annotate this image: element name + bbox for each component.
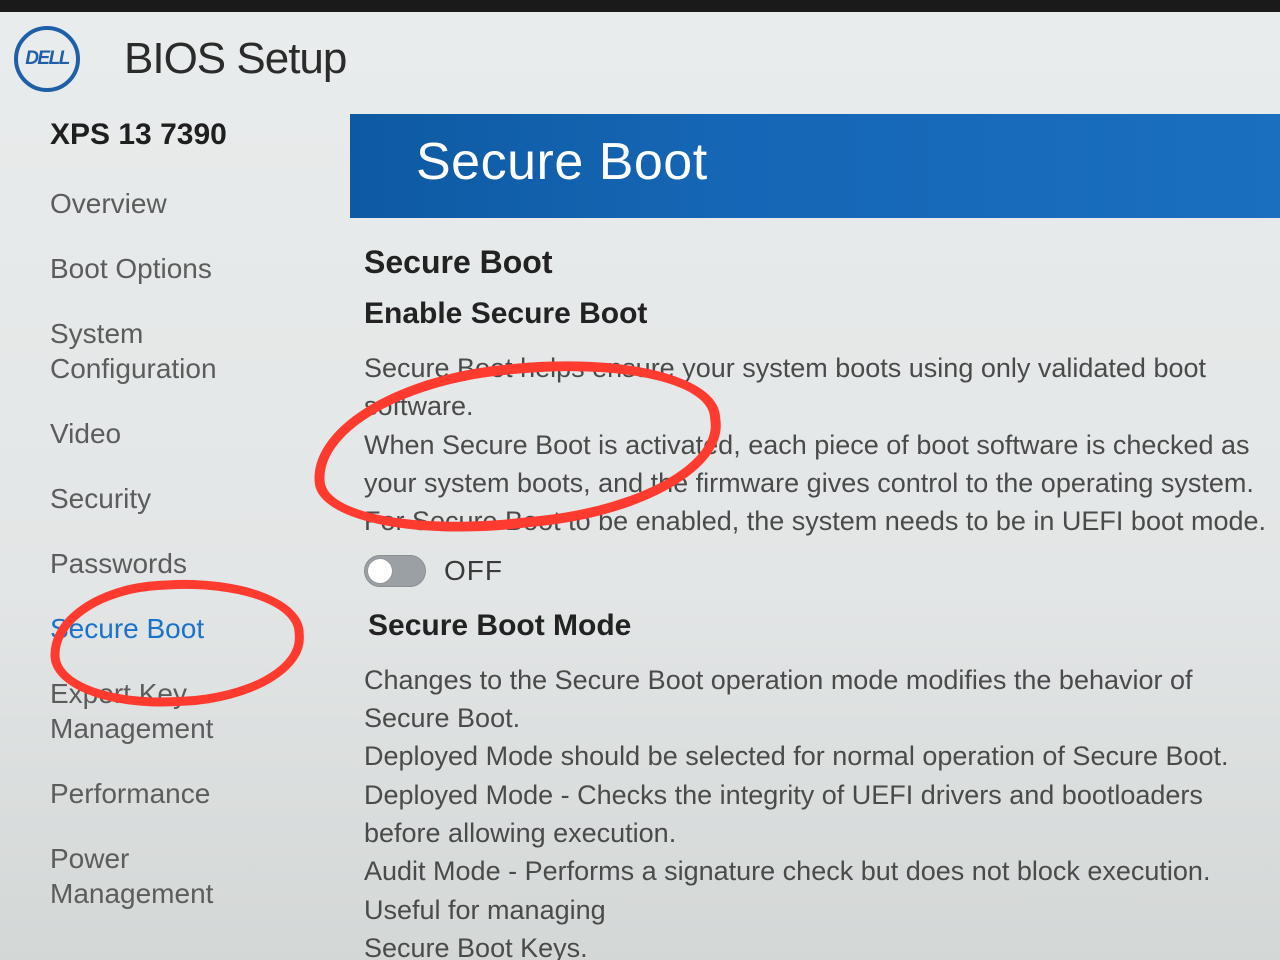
header: DELL BIOS Setup <box>0 12 1280 114</box>
toggle-knob-icon <box>368 559 392 583</box>
sidebar-item-performance[interactable]: Performance <box>50 776 340 811</box>
sidebar-item-system-configuration[interactable]: System Configuration <box>50 316 340 386</box>
frame-top <box>0 0 1280 12</box>
content: Secure Boot Secure Boot Enable Secure Bo… <box>350 114 1280 960</box>
enable-secure-boot-toggle[interactable] <box>364 555 426 587</box>
sidebar-item-power-management[interactable]: Power Management <box>50 841 340 911</box>
brand-text: DELL <box>25 48 69 70</box>
enable-secure-boot-desc: Secure Boot helps ensure your system boo… <box>364 349 1280 541</box>
secure-boot-section: Secure Boot Enable Secure Boot Secure Bo… <box>350 218 1280 960</box>
sidebar-item-expert-key-management[interactable]: Expert Key Management <box>50 676 340 746</box>
body: XPS 13 7390 Overview Boot Options System… <box>0 114 1280 960</box>
section-title: Secure Boot <box>364 244 1280 281</box>
sidebar-item-overview[interactable]: Overview <box>50 186 340 221</box>
dell-logo-icon: DELL <box>14 26 80 92</box>
bios-screen: DELL BIOS Setup XPS 13 7390 Overview Boo… <box>0 12 1280 960</box>
sidebar: XPS 13 7390 Overview Boot Options System… <box>0 114 350 960</box>
sidebar-item-security[interactable]: Security <box>50 481 340 516</box>
sidebar-item-secure-boot[interactable]: Secure Boot <box>50 611 340 646</box>
enable-secure-boot-state: OFF <box>444 555 503 587</box>
enable-secure-boot-toggle-row: OFF <box>364 555 1280 587</box>
sidebar-item-passwords[interactable]: Passwords <box>50 546 340 581</box>
model-name: XPS 13 7390 <box>50 118 340 152</box>
app-title: BIOS Setup <box>124 34 346 84</box>
sidebar-item-boot-options[interactable]: Boot Options <box>50 251 340 286</box>
sidebar-item-video[interactable]: Video <box>50 416 340 451</box>
secure-boot-mode-title: Secure Boot Mode <box>368 609 1280 643</box>
page-banner: Secure Boot <box>350 114 1280 218</box>
secure-boot-mode-desc: Changes to the Secure Boot operation mod… <box>364 661 1280 960</box>
enable-secure-boot-title: Enable Secure Boot <box>364 297 1280 331</box>
